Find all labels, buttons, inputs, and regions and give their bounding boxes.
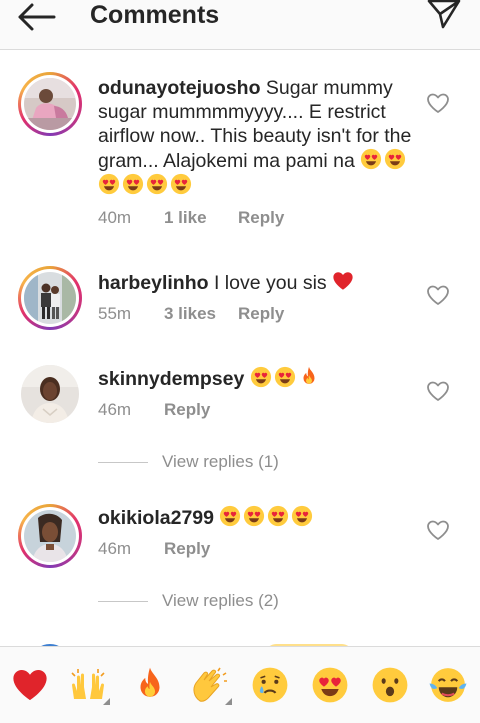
comment-time: 40m — [98, 208, 132, 227]
fire-icon — [131, 666, 169, 704]
like-heart-icon[interactable] — [426, 519, 450, 541]
reaction-fire[interactable] — [130, 665, 170, 705]
comment-username[interactable]: odunayotejuosho — [98, 77, 261, 99]
heart-eyes-icon — [311, 666, 349, 704]
heart-eyes-emoji-icon — [267, 505, 289, 527]
story-ring — [18, 72, 82, 136]
heart-eyes-emoji-icon — [243, 505, 265, 527]
direct-share-button[interactable] — [424, 0, 464, 32]
heart-eyes-emoji-icon — [274, 366, 296, 388]
emoji-reaction-bar — [0, 646, 480, 723]
back-button[interactable] — [14, 0, 58, 34]
view-replies-label: View replies (1) — [162, 452, 279, 471]
like-heart-icon[interactable] — [426, 284, 450, 306]
comment-time: 46m — [98, 400, 132, 419]
red-heart-icon — [11, 666, 49, 704]
heart-eyes-emoji-icon — [384, 148, 406, 170]
comment-body: harbeylinho I love you sis — [98, 270, 416, 295]
heart-eyes-emoji-icon — [291, 505, 313, 527]
reaction-tears-of-joy[interactable] — [428, 665, 468, 705]
view-replies-label: View replies (2) — [162, 591, 279, 610]
clapping-hands-icon — [193, 667, 227, 702]
red-heart-emoji-icon — [332, 270, 354, 292]
reply-button[interactable]: Reply — [164, 539, 210, 559]
comment-meta: 46m Reply — [98, 400, 210, 420]
heart-eyes-emoji-icon — [219, 505, 241, 527]
avatar-frame — [18, 362, 82, 426]
heart-eyes-emoji-icon — [122, 173, 144, 195]
avatar[interactable] — [21, 365, 79, 423]
comment-body: okikiola2799 — [98, 505, 416, 530]
like-heart-icon[interactable] — [426, 92, 450, 114]
comment-time: 46m — [98, 539, 132, 558]
avatar[interactable] — [24, 510, 76, 562]
surprised-face-icon — [372, 667, 408, 703]
raising-hands-icon — [71, 669, 105, 699]
comment-username[interactable]: harbeylinho — [98, 272, 209, 294]
comment-likes[interactable]: 3 likes — [164, 304, 238, 324]
heart-eyes-emoji-icon — [170, 173, 192, 195]
reaction-surprised-face[interactable] — [370, 665, 410, 705]
comment-body: skinnydempsey — [98, 366, 416, 391]
reply-button[interactable]: Reply — [238, 208, 284, 228]
view-replies-button[interactable]: View replies (2) — [98, 591, 279, 611]
heart-eyes-emoji-icon — [360, 148, 382, 170]
reaction-heart-eyes[interactable] — [310, 665, 350, 705]
comment-body: odunayotejuosho Sugar mummy sugar mummmm… — [98, 76, 416, 198]
page-title: Comments — [90, 1, 220, 29]
reaction-crying-face[interactable] — [250, 665, 290, 705]
comment-likes[interactable]: 1 like — [164, 208, 238, 228]
story-ring — [18, 266, 82, 330]
comment-time: 55m — [98, 304, 132, 323]
reply-button[interactable]: Reply — [164, 400, 210, 420]
comment-meta: 40m 1 like Reply — [98, 208, 284, 228]
skin-tone-indicator — [103, 698, 110, 705]
avatar[interactable] — [24, 272, 76, 324]
heart-eyes-emoji-icon — [250, 366, 272, 388]
fire-emoji-icon — [298, 366, 320, 388]
tears-of-joy-icon — [429, 668, 467, 702]
comment-text: I love you sis — [208, 272, 327, 294]
story-ring — [18, 504, 82, 568]
reply-button[interactable]: Reply — [238, 304, 284, 324]
back-arrow-icon — [18, 3, 56, 31]
heart-eyes-emoji-icon — [98, 173, 120, 195]
header-bar: Comments — [0, 0, 480, 50]
comment-username[interactable]: okikiola2799 — [98, 507, 214, 529]
divider-line — [98, 461, 148, 463]
reaction-raising-hands[interactable] — [68, 665, 110, 705]
reaction-clapping-hands[interactable] — [190, 665, 232, 705]
divider-line — [98, 600, 148, 602]
comment-meta: 55m 3 likes Reply — [98, 304, 284, 324]
avatar[interactable] — [24, 78, 76, 130]
view-replies-button[interactable]: View replies (1) — [98, 452, 279, 472]
heart-eyes-emoji-icon — [146, 173, 168, 195]
reaction-red-heart[interactable] — [10, 665, 50, 705]
comment-meta: 46m Reply — [98, 539, 210, 559]
send-icon — [427, 0, 461, 29]
crying-face-icon — [252, 667, 288, 703]
like-heart-icon[interactable] — [426, 380, 450, 402]
skin-tone-indicator — [225, 698, 232, 705]
comment-username[interactable]: skinnydempsey — [98, 368, 244, 390]
